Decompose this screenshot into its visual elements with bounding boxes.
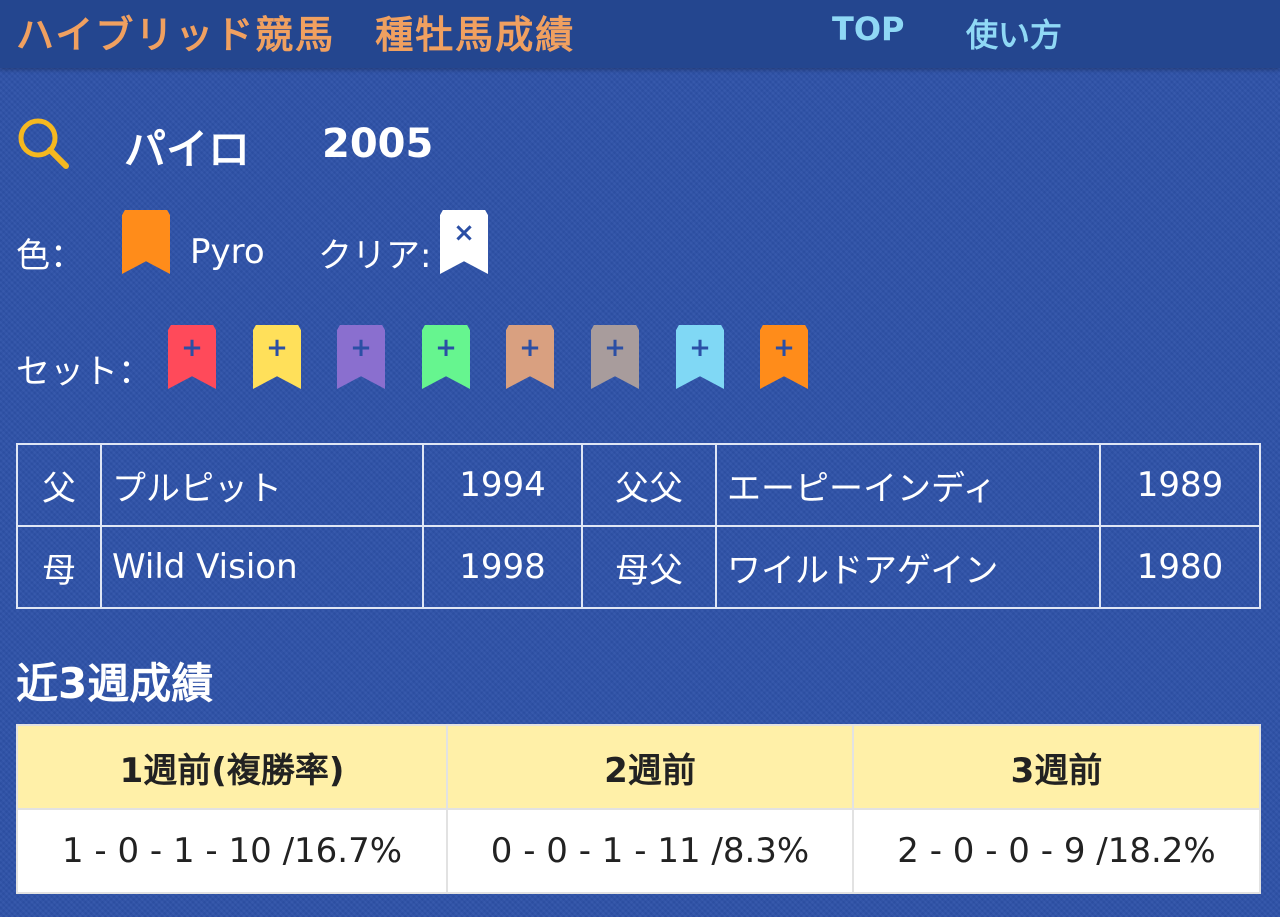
birth-year: 1994 xyxy=(422,443,583,527)
plus-icon: + xyxy=(435,333,457,363)
set-color-button[interactable]: + xyxy=(337,325,385,389)
relation-label: 母父 xyxy=(581,525,717,609)
horse-link[interactable]: エーピーインディ xyxy=(715,443,1101,527)
current-color-bookmark-icon xyxy=(122,210,170,274)
recent-results-table: 1週前(複勝率) 2週前 3週前 1 - 0 - 1 - 10 /16.7% 0… xyxy=(16,724,1261,894)
plus-icon: + xyxy=(266,333,288,363)
set-color-button[interactable]: + xyxy=(422,325,470,389)
horse-link[interactable]: Wild Vision xyxy=(100,525,424,609)
set-label: セット： xyxy=(16,352,152,392)
plus-icon: + xyxy=(350,333,372,363)
plus-icon: + xyxy=(181,333,203,363)
horse-link[interactable]: プルピット xyxy=(100,443,424,527)
result-value: 0 - 0 - 1 - 11 /8.3% xyxy=(446,808,854,894)
result-value: 2 - 0 - 0 - 9 /18.2% xyxy=(852,808,1261,894)
results-header-row: 1週前(複勝率) 2週前 3週前 xyxy=(16,724,1261,810)
column-header: 1週前(複勝率) xyxy=(16,724,448,810)
horse-birth-year: 2005 xyxy=(322,121,434,167)
relation-label: 父父 xyxy=(581,443,717,527)
column-header: 3週前 xyxy=(852,724,1261,810)
pedigree-row-dam: 母 Wild Vision 1998 母父 ワイルドアゲイン 1980 xyxy=(16,525,1261,609)
horse-link[interactable]: ワイルドアゲイン xyxy=(715,525,1101,609)
close-icon: × xyxy=(453,218,475,248)
birth-year: 1989 xyxy=(1099,443,1261,527)
relation-label: 父 xyxy=(16,443,102,527)
pedigree-row-sire: 父 プルピット 1994 父父 エーピーインディ 1989 xyxy=(16,443,1261,527)
plus-icon: + xyxy=(689,333,711,363)
clear-color-button[interactable]: × xyxy=(440,210,488,274)
results-value-row: 1 - 0 - 1 - 10 /16.7% 0 - 0 - 1 - 11 /8.… xyxy=(16,808,1261,894)
pedigree-table: 父 プルピット 1994 父父 エーピーインディ 1989 母 Wild Vis… xyxy=(16,443,1261,609)
plus-icon: + xyxy=(604,333,626,363)
set-color-button[interactable]: + xyxy=(591,325,639,389)
set-color-button[interactable]: + xyxy=(253,325,301,389)
birth-year: 1980 xyxy=(1099,525,1261,609)
column-header: 2週前 xyxy=(446,724,854,810)
search-icon[interactable] xyxy=(14,114,72,172)
set-color-button[interactable]: + xyxy=(506,325,554,389)
header-bar: ハイブリッド競馬 種牡馬成績 TOP 使い方 xyxy=(0,0,1280,68)
plus-icon: + xyxy=(519,333,541,363)
nav-top-link[interactable]: TOP xyxy=(832,10,904,48)
relation-label: 母 xyxy=(16,525,102,609)
set-color-button[interactable]: + xyxy=(168,325,216,389)
birth-year: 1998 xyxy=(422,525,583,609)
site-title[interactable]: ハイブリッド競馬 種牡馬成績 xyxy=(16,4,575,59)
nav-howto-link[interactable]: 使い方 xyxy=(966,10,1062,56)
plus-icon: + xyxy=(773,333,795,363)
set-color-button[interactable]: + xyxy=(760,325,808,389)
horse-name: パイロ xyxy=(124,125,251,174)
color-label: 色： xyxy=(16,236,84,276)
result-value: 1 - 0 - 1 - 10 /16.7% xyxy=(16,808,448,894)
recent-results-title: 近3週成績 xyxy=(16,659,214,708)
clear-label: クリア: xyxy=(318,236,432,276)
current-color-name: Pyro xyxy=(190,232,265,272)
set-color-button[interactable]: + xyxy=(676,325,724,389)
